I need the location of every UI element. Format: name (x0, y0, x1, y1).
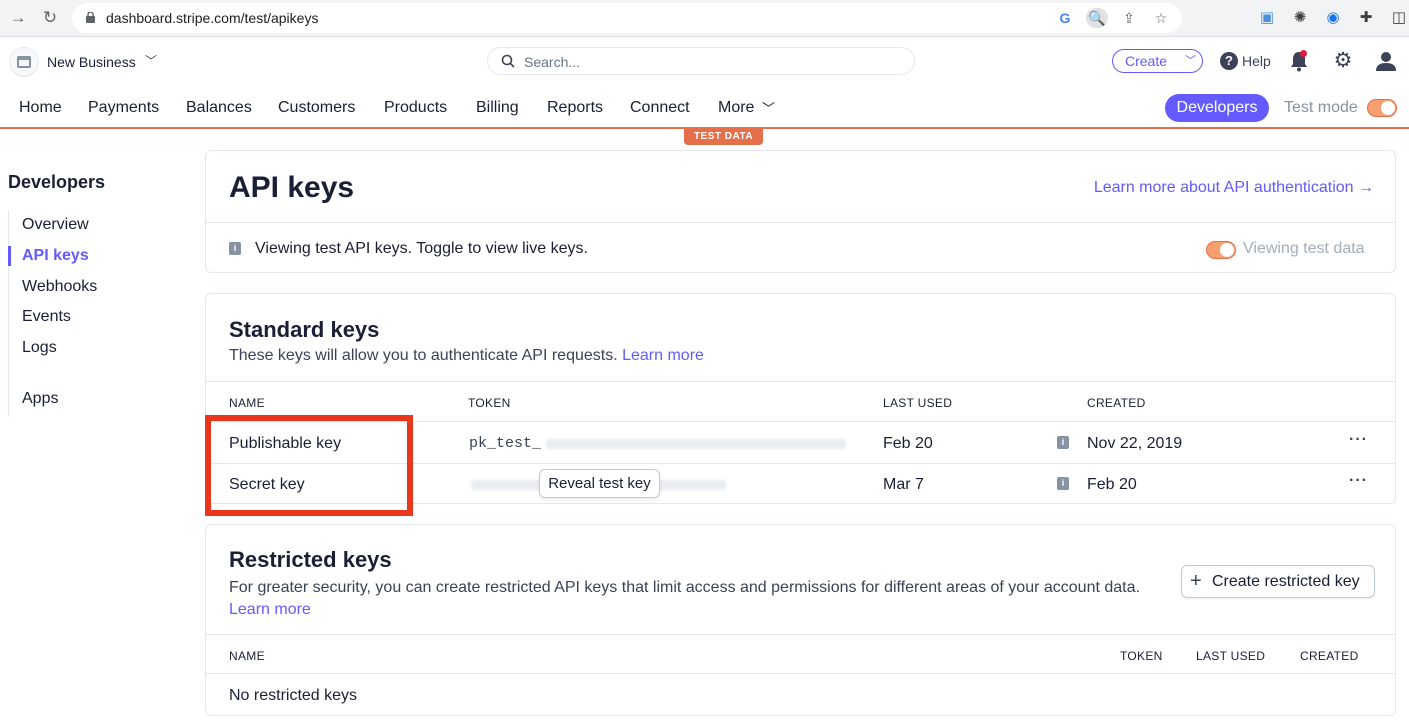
learn-more-link[interactable]: Learn more (622, 347, 704, 364)
info-icon: i (229, 242, 241, 255)
divider (206, 381, 1395, 382)
viewing-test-data-label: Viewing test data (1243, 240, 1365, 257)
column-header-name: NAME (229, 649, 265, 663)
search-placeholder: Search... (524, 54, 581, 70)
key-created: Nov 22, 2019 (1087, 435, 1183, 452)
nav-products[interactable]: Products (384, 99, 447, 117)
row-overflow-menu-icon[interactable]: ··· (1349, 472, 1368, 490)
divider (206, 222, 1395, 223)
sidebar-item-events[interactable]: Events (22, 308, 71, 326)
chevron-down-icon: ﹀ (1185, 55, 1196, 67)
extension-window-icon[interactable]: ▣ (1256, 7, 1278, 29)
user-profile-icon[interactable] (1375, 50, 1397, 72)
nav-customers[interactable]: Customers (278, 99, 355, 117)
section-description: For greater security, you can create res… (229, 577, 1169, 621)
help-link[interactable]: Help (1242, 53, 1271, 69)
notification-dot (1300, 50, 1307, 57)
key-last-used: Feb 20 (883, 435, 933, 452)
section-description-text: These keys will allow you to authenticat… (229, 347, 618, 364)
bookmark-star-icon[interactable]: ☆ (1150, 8, 1172, 28)
row-overflow-menu-icon[interactable]: ··· (1349, 431, 1368, 449)
zoom-icon[interactable]: 🔍 (1086, 8, 1108, 28)
key-created: Feb 20 (1087, 476, 1137, 493)
business-logo-icon[interactable] (9, 47, 39, 77)
forward-arrow-icon[interactable]: → (8, 8, 28, 28)
restricted-keys-card: Restricted keys For greater security, yo… (205, 524, 1396, 716)
divider (206, 634, 1395, 635)
browser-toolbar: → ↻ dashboard.stripe.com/test/apikeys G … (0, 0, 1409, 37)
create-button[interactable]: Create ﹀ (1112, 49, 1203, 73)
highlight-annotation (205, 415, 413, 516)
create-restricted-key-label: Create restricted key (1212, 573, 1360, 590)
extension-gear-icon[interactable]: ✺ (1289, 7, 1311, 29)
developers-button[interactable]: Developers (1165, 94, 1269, 122)
share-icon[interactable]: ⇪ (1118, 8, 1140, 28)
main-nav: Home Payments Balances Customers Product… (0, 87, 1409, 129)
key-last-used: Mar 7 (883, 476, 924, 493)
nav-more[interactable]: More (718, 99, 754, 117)
nav-balances[interactable]: Balances (186, 99, 252, 117)
sidebar: Overview API keys Webhooks Events Logs A… (8, 210, 188, 417)
chevron-down-icon[interactable]: ﹀ (762, 98, 775, 117)
test-data-badge: TEST DATA (684, 129, 763, 145)
viewing-test-data-toggle[interactable] (1206, 241, 1236, 259)
nav-home[interactable]: Home (19, 99, 62, 117)
search-icon (501, 54, 515, 68)
sidepanel-icon[interactable]: ◫ (1388, 7, 1409, 29)
url-text: dashboard.stripe.com/test/apikeys (106, 10, 319, 26)
redacted-token (546, 439, 846, 449)
test-mode-label: Test mode (1284, 99, 1358, 116)
business-name[interactable]: New Business (47, 54, 136, 70)
nav-reports[interactable]: Reports (547, 99, 603, 117)
sidebar-active-indicator (8, 246, 11, 266)
extension-profile-icon[interactable]: ◉ (1322, 7, 1344, 29)
empty-state-text: No restricted keys (229, 687, 358, 704)
page-title: API keys (229, 171, 355, 204)
google-icon[interactable]: G (1054, 8, 1076, 28)
section-title: Restricted keys (229, 547, 392, 572)
column-header-name: NAME (229, 396, 265, 410)
divider (206, 673, 1395, 674)
app-header: New Business ﹀ Search... Create ﹀ ? Help… (0, 37, 1409, 87)
learn-more-link[interactable]: Learn more (229, 601, 311, 618)
sidebar-item-api-keys[interactable]: API keys (22, 247, 89, 265)
api-keys-header-card: API keys Learn more about API authentica… (205, 150, 1396, 273)
create-restricted-key-button[interactable]: + Create restricted key (1181, 565, 1375, 598)
puzzle-icon[interactable]: ✚ (1355, 7, 1377, 29)
create-label: Create (1125, 53, 1168, 69)
nav-billing[interactable]: Billing (476, 99, 519, 117)
reload-icon[interactable]: ↻ (40, 8, 60, 28)
info-icon[interactable]: i (1057, 477, 1069, 490)
address-bar[interactable]: dashboard.stripe.com/test/apikeys G 🔍 ⇪ … (72, 3, 1182, 33)
reveal-test-key-button[interactable]: Reveal test key (539, 469, 660, 498)
info-icon[interactable]: i (1057, 436, 1069, 449)
nav-payments[interactable]: Payments (88, 99, 159, 117)
section-description-text: For greater security, you can create res… (229, 579, 1140, 596)
column-header-last-used: LAST USED (883, 396, 953, 410)
section-description: These keys will allow you to authenticat… (229, 347, 704, 365)
column-header-token: TOKEN (468, 396, 511, 410)
column-header-last-used: LAST USED (1196, 649, 1266, 663)
test-mode-toggle[interactable] (1367, 99, 1397, 117)
sidebar-item-webhooks[interactable]: Webhooks (22, 278, 97, 296)
sidebar-item-apps[interactable]: Apps (22, 390, 58, 408)
column-header-token: TOKEN (1120, 649, 1163, 663)
learn-more-api-auth-link[interactable]: Learn more about API authentication → (1094, 179, 1374, 197)
sidebar-title: Developers (8, 172, 106, 192)
lock-icon (86, 12, 95, 23)
search-input[interactable]: Search... (487, 47, 915, 75)
column-header-created: CREATED (1087, 396, 1146, 410)
section-title: Standard keys (229, 317, 380, 342)
sidebar-item-logs[interactable]: Logs (22, 339, 57, 357)
chevron-down-icon[interactable]: ﹀ (145, 52, 157, 69)
settings-gear-icon[interactable]: ⚙ (1332, 50, 1354, 72)
help-icon[interactable]: ? (1220, 52, 1238, 70)
key-token[interactable]: pk_test_ (469, 435, 541, 452)
info-text: Viewing test API keys. Toggle to view li… (255, 240, 588, 257)
sidebar-item-overview[interactable]: Overview (22, 216, 89, 234)
plus-icon: + (1190, 570, 1202, 592)
column-header-created: CREATED (1300, 649, 1359, 663)
nav-connect[interactable]: Connect (630, 99, 690, 117)
